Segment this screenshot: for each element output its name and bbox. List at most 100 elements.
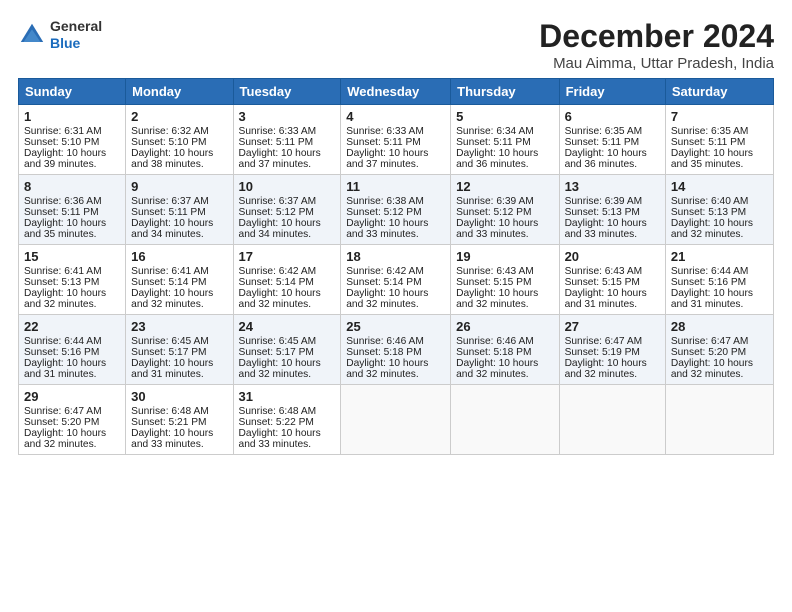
daylight-minutes: and 35 minutes. <box>671 159 744 170</box>
table-row: 13Sunrise: 6:39 AMSunset: 5:13 PMDayligh… <box>559 175 665 245</box>
daylight-label: Daylight: 10 hours <box>346 358 428 369</box>
daylight-minutes: and 32 minutes. <box>456 369 529 380</box>
day-number: 21 <box>671 249 768 264</box>
sunset-label: Sunset: 5:14 PM <box>239 277 314 288</box>
daylight-label: Daylight: 10 hours <box>239 288 321 299</box>
sunset-label: Sunset: 5:12 PM <box>239 207 314 218</box>
daylight-minutes: and 32 minutes. <box>456 299 529 310</box>
day-number: 25 <box>346 319 445 334</box>
daylight-label: Daylight: 10 hours <box>24 358 106 369</box>
table-row: 30Sunrise: 6:48 AMSunset: 5:21 PMDayligh… <box>126 385 233 455</box>
day-number: 17 <box>239 249 336 264</box>
day-number: 7 <box>671 109 768 124</box>
subtitle: Mau Aimma, Uttar Pradesh, India <box>539 55 774 72</box>
table-row: 7 Sunrise: 6:35 AMSunset: 5:11 PMDaylight… <box>665 105 773 175</box>
sunset-label: Sunset: 5:11 PM <box>24 207 99 218</box>
sunrise-label: Sunrise: 6:48 AM <box>131 406 209 417</box>
day-number: 3 <box>239 109 336 124</box>
table-row <box>451 385 559 455</box>
daylight-label: Daylight: 10 hours <box>671 148 753 159</box>
daylight-label: Daylight: 10 hours <box>24 428 106 439</box>
table-row: 10 Sunrise: 6:37 AMSunset: 5:12 PMDayligh… <box>233 175 341 245</box>
sunrise-label: Sunrise: 6:39 AM <box>456 196 534 207</box>
logo: General Blue <box>18 18 102 52</box>
sunset-label: Sunset: 5:16 PM <box>24 347 99 358</box>
table-row: 12Sunrise: 6:39 AMSunset: 5:12 PMDayligh… <box>451 175 559 245</box>
col-monday: Monday <box>126 79 233 105</box>
day-number: 13 <box>565 179 660 194</box>
daylight-minutes: and 39 minutes. <box>24 159 97 170</box>
table-row: 27Sunrise: 6:47 AMSunset: 5:19 PMDayligh… <box>559 315 665 385</box>
calendar-week-row: 15Sunrise: 6:41 AMSunset: 5:13 PMDayligh… <box>19 245 774 315</box>
sunset-label: Sunset: 5:17 PM <box>239 347 314 358</box>
sunrise-label: Sunrise: 6:45 AM <box>131 336 209 347</box>
table-row: 15Sunrise: 6:41 AMSunset: 5:13 PMDayligh… <box>19 245 126 315</box>
daylight-label: Daylight: 10 hours <box>456 358 538 369</box>
calendar-week-row: 8Sunrise: 6:36 AMSunset: 5:11 PMDaylight… <box>19 175 774 245</box>
day-number: 11 <box>346 179 445 194</box>
col-friday: Friday <box>559 79 665 105</box>
page: General Blue December 2024 Mau Aimma, Ut… <box>0 0 792 612</box>
daylight-minutes: and 34 minutes. <box>131 229 204 240</box>
daylight-minutes: and 33 minutes. <box>565 229 638 240</box>
sunrise-label: Sunrise: 6:37 AM <box>239 196 317 207</box>
daylight-label: Daylight: 10 hours <box>131 218 213 229</box>
sunrise-label: Sunrise: 6:34 AM <box>456 126 534 137</box>
daylight-minutes: and 32 minutes. <box>565 369 638 380</box>
daylight-label: Daylight: 10 hours <box>346 148 428 159</box>
daylight-label: Daylight: 10 hours <box>671 218 753 229</box>
table-row: 5Sunrise: 6:34 AMSunset: 5:11 PMDaylight… <box>451 105 559 175</box>
table-row <box>341 385 451 455</box>
day-number: 9 <box>131 179 227 194</box>
day-number: 10 <box>239 179 336 194</box>
day-number: 26 <box>456 319 553 334</box>
calendar-week-row: 1Sunrise: 6:31 AMSunset: 5:10 PMDaylight… <box>19 105 774 175</box>
table-row: 21Sunrise: 6:44 AMSunset: 5:16 PMDayligh… <box>665 245 773 315</box>
day-number: 4 <box>346 109 445 124</box>
sunset-label: Sunset: 5:11 PM <box>671 137 746 148</box>
daylight-label: Daylight: 10 hours <box>456 218 538 229</box>
sunset-label: Sunset: 5:10 PM <box>131 137 206 148</box>
daylight-label: Daylight: 10 hours <box>131 288 213 299</box>
daylight-label: Daylight: 10 hours <box>565 218 647 229</box>
daylight-label: Daylight: 10 hours <box>239 218 321 229</box>
day-number: 22 <box>24 319 120 334</box>
table-row: 19Sunrise: 6:43 AMSunset: 5:15 PMDayligh… <box>451 245 559 315</box>
sunrise-label: Sunrise: 6:47 AM <box>671 336 749 347</box>
daylight-minutes: and 33 minutes. <box>239 439 312 450</box>
sunrise-label: Sunrise: 6:43 AM <box>565 266 643 277</box>
daylight-minutes: and 33 minutes. <box>131 439 204 450</box>
daylight-minutes: and 32 minutes. <box>239 299 312 310</box>
daylight-label: Daylight: 10 hours <box>239 428 321 439</box>
sunrise-label: Sunrise: 6:43 AM <box>456 266 534 277</box>
day-number: 16 <box>131 249 227 264</box>
daylight-label: Daylight: 10 hours <box>346 218 428 229</box>
sunset-label: Sunset: 5:11 PM <box>456 137 531 148</box>
table-row: 8Sunrise: 6:36 AMSunset: 5:11 PMDaylight… <box>19 175 126 245</box>
day-number: 28 <box>671 319 768 334</box>
sunrise-label: Sunrise: 6:35 AM <box>671 126 749 137</box>
day-number: 24 <box>239 319 336 334</box>
daylight-label: Daylight: 10 hours <box>565 148 647 159</box>
sunrise-label: Sunrise: 6:46 AM <box>346 336 424 347</box>
table-row: 28Sunrise: 6:47 AMSunset: 5:20 PMDayligh… <box>665 315 773 385</box>
table-row: 25Sunrise: 6:46 AMSunset: 5:18 PMDayligh… <box>341 315 451 385</box>
sunset-label: Sunset: 5:19 PM <box>565 347 640 358</box>
sunrise-label: Sunrise: 6:48 AM <box>239 406 317 417</box>
table-row: 22Sunrise: 6:44 AMSunset: 5:16 PMDayligh… <box>19 315 126 385</box>
title-block: December 2024 Mau Aimma, Uttar Pradesh, … <box>539 18 774 72</box>
sunrise-label: Sunrise: 6:31 AM <box>24 126 102 137</box>
daylight-label: Daylight: 10 hours <box>24 148 106 159</box>
day-number: 19 <box>456 249 553 264</box>
daylight-minutes: and 38 minutes. <box>131 159 204 170</box>
table-row: 23Sunrise: 6:45 AMSunset: 5:17 PMDayligh… <box>126 315 233 385</box>
sunset-label: Sunset: 5:13 PM <box>24 277 99 288</box>
daylight-minutes: and 33 minutes. <box>346 229 419 240</box>
sunset-label: Sunset: 5:13 PM <box>671 207 746 218</box>
day-number: 29 <box>24 389 120 404</box>
daylight-label: Daylight: 10 hours <box>671 288 753 299</box>
table-row: 6Sunrise: 6:35 AMSunset: 5:11 PMDaylight… <box>559 105 665 175</box>
main-title: December 2024 <box>539 18 774 55</box>
sunset-label: Sunset: 5:13 PM <box>565 207 640 218</box>
daylight-label: Daylight: 10 hours <box>131 428 213 439</box>
